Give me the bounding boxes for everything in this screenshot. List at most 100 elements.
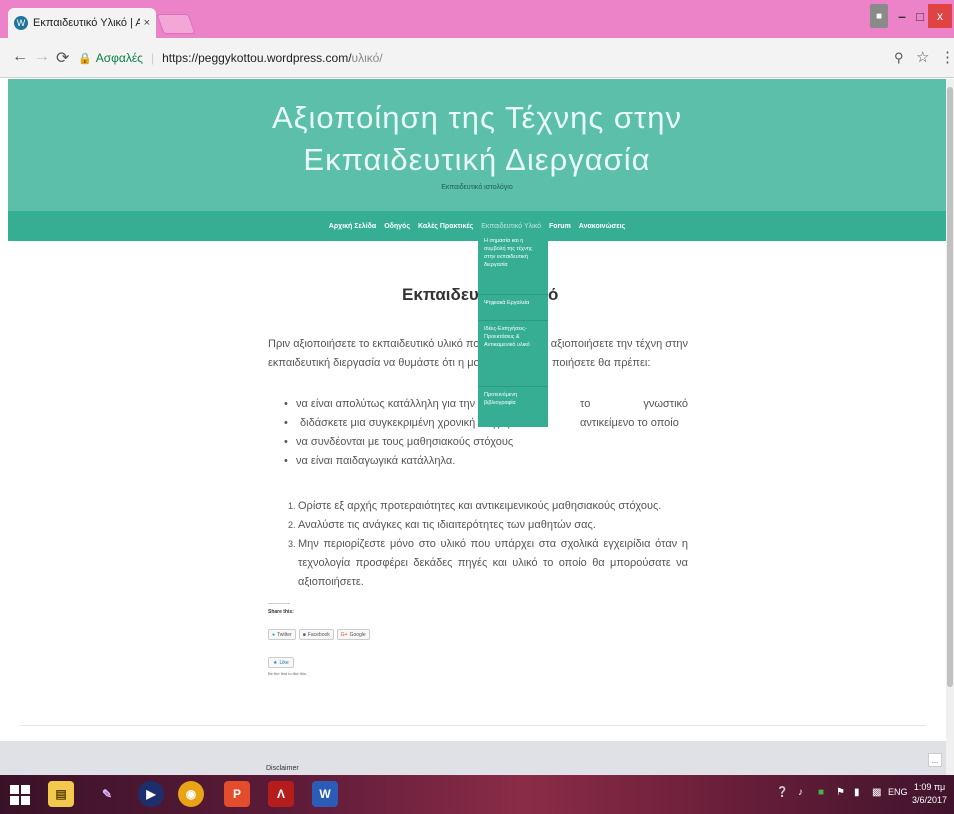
dropdown-item-digital-tools[interactable]: Ψηφιακά Εργαλεία: [478, 295, 548, 321]
intro-part-b: να αξιοποιήσετε την τέχνη στην: [535, 338, 688, 350]
dropdown-item-significance[interactable]: Η σημασία και η συμβολή της τέχνης στην …: [478, 233, 548, 295]
bookmark-star-icon[interactable]: ☆: [916, 48, 929, 66]
steps-list: 1. Ορίστε εξ αρχής προτεραιότητες και αν…: [288, 497, 688, 592]
site-header: Αξιοποίηση της Τέχνης στην Εκπαιδευτική …: [8, 79, 946, 211]
bullet-text-2: να συνδέονται με τους μαθησιακούς στόχου…: [296, 436, 514, 448]
step-text: Μην περιορίζεστε μόνο στο υλικό που υπάρ…: [298, 538, 688, 588]
url-path: υλικό/: [351, 51, 383, 65]
dropdown-item-ideas[interactable]: Ιδέες-Εισηγήσεις-Προεκτάσεις & Αντικειμε…: [478, 321, 548, 387]
google-label: Google: [349, 631, 366, 638]
volume-icon[interactable]: ♪: [798, 787, 803, 798]
nav-item-home[interactable]: Αρχική Σελίδα: [329, 223, 376, 230]
twitter-share-button[interactable]: ● Twitter: [268, 629, 296, 640]
nav-item-forum[interactable]: Forum: [549, 223, 571, 230]
presentation-app-icon[interactable]: P: [224, 781, 250, 807]
minimize-button[interactable]: –: [894, 4, 910, 28]
nvidia-icon[interactable]: ■: [818, 787, 824, 798]
wordpress-icon: W: [14, 16, 28, 30]
main-navigation: Αρχική Σελίδα Οδηγός Καλές Πρακτικές Εκπ…: [8, 211, 946, 241]
footer-widget-title: Disclaimer: [266, 765, 299, 772]
share-heading: Share this:: [268, 609, 294, 615]
list-item: να συνδέονται με τους μαθησιακούς στόχου…: [284, 433, 688, 452]
step-text: Ορίστε εξ αρχής προτεραιότητες και αντικ…: [298, 500, 662, 512]
maximize-button[interactable]: □: [912, 4, 928, 28]
new-tab-button[interactable]: [156, 14, 196, 34]
list-item: 2. Αναλύστε τις ανάγκες και τις ιδιαιτερ…: [288, 516, 688, 535]
twitter-label: Twitter: [277, 631, 292, 638]
site-title[interactable]: Αξιοποίηση της Τέχνης στην Εκπαιδευτική …: [8, 97, 946, 181]
pdf-reader-icon[interactable]: Λ: [268, 781, 294, 807]
site-description: Εκπαιδευτικό ιστολόγιο: [441, 184, 513, 191]
site-footer: Disclaimer ...: [0, 741, 946, 775]
url-separator: |: [150, 51, 155, 65]
system-clock[interactable]: 1:09 πμ 3/6/2017: [912, 781, 947, 807]
post-title-start: Εκπαιδευτ: [402, 285, 487, 304]
dropdown-item-bibliography[interactable]: Προτεινόμενη βιβλιογραφία: [478, 387, 548, 425]
file-explorer-icon[interactable]: ▤: [48, 781, 74, 807]
clock-time: 1:09 πμ: [913, 782, 946, 792]
address-bar[interactable]: 🔒 Ασφαλές | https://peggykottou.wordpres…: [78, 45, 708, 71]
nav-item-material[interactable]: Εκπαιδευτικό Υλικό: [481, 223, 541, 230]
url-host: https://peggykottou.wordpress.com/: [162, 51, 352, 65]
google-plus-icon: G+: [340, 631, 348, 638]
zoom-icon[interactable]: ⚲: [894, 50, 904, 66]
scrollbar-thumb[interactable]: [947, 87, 953, 687]
browser-tab[interactable]: W Εκπαιδευτικό Υλικό | Αξ ×: [8, 8, 156, 38]
facebook-icon: ■: [302, 631, 306, 638]
chrome-icon[interactable]: ◉: [178, 781, 204, 807]
forward-icon[interactable]: →: [34, 48, 50, 66]
like-label: Like: [279, 659, 289, 666]
reload-icon[interactable]: ⟳: [56, 48, 69, 68]
media-player-icon[interactable]: ▶: [138, 781, 164, 807]
address-toolbar: ← → ⟳ 🔒 Ασφαλές | https://peggykottou.wo…: [0, 38, 954, 78]
share-divider: [268, 603, 290, 604]
content-separator: [20, 725, 926, 726]
step-number: 2.: [288, 520, 296, 530]
site-title-line1: Αξιοποίηση της Τέχνης στην: [271, 100, 683, 135]
clock-date: 3/6/2017: [912, 795, 948, 805]
web-page: Αξιοποίηση της Τέχνης στην Εκπαιδευτική …: [0, 79, 946, 775]
page-scrollbar[interactable]: [946, 79, 954, 775]
user-profile-icon[interactable]: ■: [870, 4, 888, 28]
nav-item-announcements[interactable]: Ανακοινώσεις: [579, 223, 625, 230]
nav-item-guide[interactable]: Οδηγός: [384, 223, 410, 230]
flag-icon[interactable]: ⚑: [836, 787, 845, 798]
share-buttons: ● Twitter ■ Facebook G+ Google: [268, 629, 373, 640]
close-button[interactable]: x: [928, 4, 952, 28]
like-button[interactable]: ★ Like: [268, 657, 294, 668]
windows-taskbar: ▤ ✎ ▶ ◉ P Λ W ❔ ♪ ■ ⚑ ▮ ▩ ENG 1:09 πμ 3/…: [0, 775, 954, 814]
facebook-label: Facebook: [307, 631, 330, 638]
post-title-end: ό: [548, 285, 559, 304]
list-item: 1. Ορίστε εξ αρχής προτεραιότητες και αν…: [288, 497, 688, 516]
back-icon[interactable]: ←: [12, 48, 28, 66]
step-text: Αναλύστε τις ανάγκες και τις ιδιαιτερότη…: [298, 519, 596, 531]
language-indicator[interactable]: ENG: [888, 787, 908, 797]
battery-icon[interactable]: ▮: [854, 787, 860, 798]
network-icon[interactable]: ▩: [872, 787, 881, 798]
step-number: 3.: [288, 539, 296, 549]
nav-item-practices[interactable]: Καλές Πρακτικές: [418, 223, 473, 230]
tab-title: Εκπαιδευτικό Υλικό | Αξ: [33, 17, 140, 29]
list-item: να είναι παιδαγωγικά κατάλληλα.: [284, 452, 688, 471]
word-icon[interactable]: W: [312, 781, 338, 807]
help-icon[interactable]: ❔: [776, 787, 788, 798]
twitter-icon: ●: [272, 631, 276, 638]
like-caption: Be the first to like this.: [268, 671, 308, 676]
menu-icon[interactable]: ⋮: [940, 48, 954, 66]
star-icon: ★: [273, 659, 278, 666]
footer-more-button[interactable]: ...: [928, 753, 942, 767]
google-share-button[interactable]: G+ Google: [336, 629, 370, 640]
browser-title-bar: W Εκπαιδευτικό Υλικό | Αξ × ■ – □ x: [0, 0, 954, 38]
windows-start-icon[interactable]: [10, 785, 30, 805]
secure-label: Ασφαλές: [95, 51, 143, 65]
bullet-text-3: να είναι παιδαγωγικά κατάλληλα.: [296, 455, 456, 467]
nav-dropdown-menu: Η σημασία και η συμβολή της τέχνης στην …: [478, 233, 548, 427]
facebook-share-button[interactable]: ■ Facebook: [298, 629, 334, 640]
step-number: 1.: [288, 501, 296, 511]
intro-part-d: ποιήσετε θα πρέπει:: [552, 357, 651, 369]
bullet-text-1a: να είναι απολύτως κατάλληλη για την διδα: [296, 398, 500, 410]
paint-icon[interactable]: ✎: [94, 781, 120, 807]
intro-part-a: Πριν αξιοποιήσετε το εκπαιδευτικό υλικό …: [268, 338, 497, 350]
list-item: 3. Μην περιορίζεστε μόνο στο υλικό που υ…: [288, 535, 688, 592]
tab-close-icon[interactable]: ×: [144, 17, 150, 29]
